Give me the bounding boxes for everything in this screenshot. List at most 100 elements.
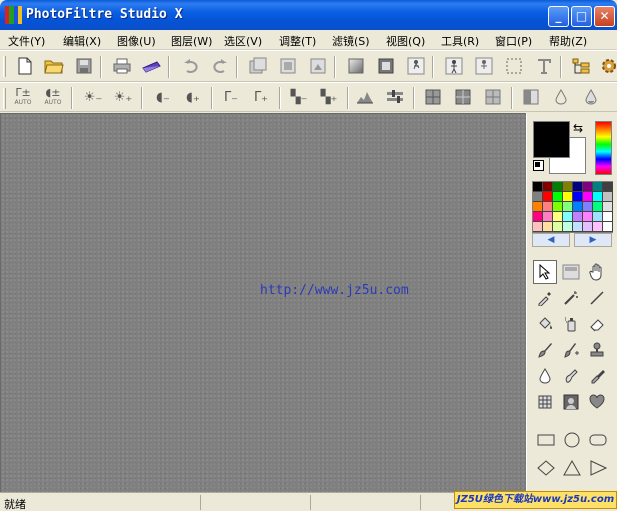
triangle-right-shape-icon[interactable] bbox=[585, 455, 611, 481]
soften-drop-icon[interactable] bbox=[580, 86, 602, 108]
palette-swatch[interactable] bbox=[533, 202, 543, 212]
palette-swatch[interactable] bbox=[573, 222, 583, 232]
text-tool-icon[interactable] bbox=[533, 55, 555, 77]
open-folder-icon[interactable] bbox=[43, 55, 65, 77]
palette-swatch[interactable] bbox=[543, 202, 553, 212]
blur-drop-icon[interactable] bbox=[550, 86, 572, 108]
palette-swatch[interactable] bbox=[603, 222, 613, 232]
close-button[interactable]: ✕ bbox=[594, 6, 615, 27]
gamma-plus-icon[interactable]: Γ₊ bbox=[250, 86, 272, 108]
palette-swatch[interactable] bbox=[593, 202, 603, 212]
person-select-icon[interactable] bbox=[443, 55, 465, 77]
palette-swatch[interactable] bbox=[573, 212, 583, 222]
menu-image[interactable]: 图像(U) bbox=[117, 33, 156, 49]
reset-colors-icon[interactable] bbox=[533, 160, 544, 171]
palette-next-button[interactable]: ▶ bbox=[574, 233, 612, 247]
clone-brush-icon[interactable] bbox=[585, 364, 609, 388]
swap-colors-icon[interactable]: ⇆ bbox=[573, 121, 583, 135]
palette-swatch[interactable] bbox=[603, 212, 613, 222]
menu-tools[interactable]: 工具(R) bbox=[441, 33, 479, 49]
smudge-finger-icon[interactable] bbox=[559, 364, 583, 388]
gamma-minus-icon[interactable]: Γ₋ bbox=[220, 86, 242, 108]
palette-swatch[interactable] bbox=[533, 192, 543, 202]
stamp-icon[interactable] bbox=[585, 338, 609, 362]
menu-help[interactable]: 帮助(Z) bbox=[549, 33, 587, 49]
palette-swatch[interactable] bbox=[563, 202, 573, 212]
toolbar-grip[interactable] bbox=[3, 88, 6, 109]
palette-swatch[interactable] bbox=[533, 222, 543, 232]
portrait-frame-icon[interactable] bbox=[559, 390, 583, 414]
toolbar-grip[interactable] bbox=[3, 56, 6, 77]
eyedropper-icon[interactable] bbox=[533, 286, 557, 310]
foreground-color-swatch[interactable] bbox=[533, 121, 570, 158]
brightness-minus-icon[interactable]: ☀₋ bbox=[82, 86, 104, 108]
redo-icon[interactable] bbox=[209, 55, 231, 77]
palette-swatch[interactable] bbox=[553, 202, 563, 212]
palette-swatch[interactable] bbox=[583, 202, 593, 212]
auto-contrast-button[interactable]: ◖± AUTO bbox=[42, 85, 64, 107]
palette-swatch[interactable] bbox=[593, 212, 603, 222]
contrast-plus-icon[interactable]: ◖₊ bbox=[182, 86, 204, 108]
palette-swatch[interactable] bbox=[583, 192, 593, 202]
palette-swatch[interactable] bbox=[583, 182, 593, 192]
hand-pan-icon[interactable] bbox=[585, 260, 609, 284]
palette-swatch[interactable] bbox=[553, 182, 563, 192]
histogram-icon[interactable] bbox=[354, 86, 376, 108]
palette-swatch[interactable] bbox=[603, 202, 613, 212]
palette-swatch[interactable] bbox=[563, 222, 573, 232]
spray-can-icon[interactable] bbox=[559, 312, 583, 336]
gradient-fill-icon[interactable] bbox=[345, 55, 367, 77]
blur-drop-tool-icon[interactable] bbox=[533, 364, 557, 388]
filter-grid-3-icon[interactable] bbox=[482, 86, 504, 108]
brush-icon[interactable] bbox=[533, 338, 557, 362]
menu-selection[interactable]: 选区(V) bbox=[224, 33, 262, 49]
auto-gamma-button[interactable]: Γ± AUTO bbox=[12, 85, 34, 107]
sharpen-icon[interactable] bbox=[520, 86, 542, 108]
palette-swatch[interactable] bbox=[563, 212, 573, 222]
minimize-button[interactable]: _ bbox=[548, 6, 569, 27]
arrow-pointer-icon[interactable] bbox=[533, 260, 557, 284]
saturation-minus-icon[interactable]: ▚₋ bbox=[288, 86, 310, 108]
marquee-icon[interactable] bbox=[503, 55, 525, 77]
run-script-icon[interactable] bbox=[405, 55, 427, 77]
eraser-icon[interactable] bbox=[585, 312, 609, 336]
palette-swatch[interactable] bbox=[543, 182, 553, 192]
palette-swatch[interactable] bbox=[563, 192, 573, 202]
image-select-icon[interactable] bbox=[559, 260, 583, 284]
heart-shape-icon[interactable] bbox=[585, 390, 609, 414]
palette-swatch[interactable] bbox=[533, 182, 543, 192]
rectangle-shape-icon[interactable] bbox=[533, 427, 559, 453]
explorer-icon[interactable] bbox=[571, 55, 593, 77]
diamond-shape-icon[interactable] bbox=[533, 455, 559, 481]
person-frame-icon[interactable] bbox=[473, 55, 495, 77]
ellipse-shape-icon[interactable] bbox=[559, 427, 585, 453]
palette-swatch[interactable] bbox=[573, 202, 583, 212]
magic-wand-icon[interactable] bbox=[559, 286, 583, 310]
palette-prev-button[interactable]: ◀ bbox=[532, 233, 570, 247]
menu-edit[interactable]: 编辑(X) bbox=[63, 33, 101, 49]
palette-swatch[interactable] bbox=[553, 212, 563, 222]
palette-swatch[interactable] bbox=[583, 222, 593, 232]
contrast-minus-icon[interactable]: ◖₋ bbox=[152, 86, 174, 108]
paste-new-icon[interactable] bbox=[307, 55, 329, 77]
palette-swatch[interactable] bbox=[583, 212, 593, 222]
palette-swatch[interactable] bbox=[593, 222, 603, 232]
palette-swatch[interactable] bbox=[603, 182, 613, 192]
grid-deform-icon[interactable] bbox=[533, 390, 557, 414]
palette-swatch[interactable] bbox=[573, 182, 583, 192]
paint-bucket-icon[interactable] bbox=[533, 312, 557, 336]
palette-swatch[interactable] bbox=[593, 182, 603, 192]
palette-swatch[interactable] bbox=[593, 192, 603, 202]
color-spectrum[interactable] bbox=[595, 121, 612, 175]
maximize-button[interactable]: □ bbox=[571, 6, 592, 27]
saturation-plus-icon[interactable]: ▚₊ bbox=[318, 86, 340, 108]
advanced-brush-icon[interactable] bbox=[559, 338, 583, 362]
menu-layer[interactable]: 图层(W) bbox=[171, 33, 212, 49]
workspace-canvas[interactable] bbox=[0, 113, 526, 492]
copy-image-icon[interactable] bbox=[247, 55, 269, 77]
filter-grid-1-icon[interactable] bbox=[422, 86, 444, 108]
undo-icon[interactable] bbox=[180, 55, 202, 77]
palette-swatch[interactable] bbox=[533, 212, 543, 222]
filter-grid-2-icon[interactable] bbox=[452, 86, 474, 108]
palette-swatch[interactable] bbox=[553, 222, 563, 232]
